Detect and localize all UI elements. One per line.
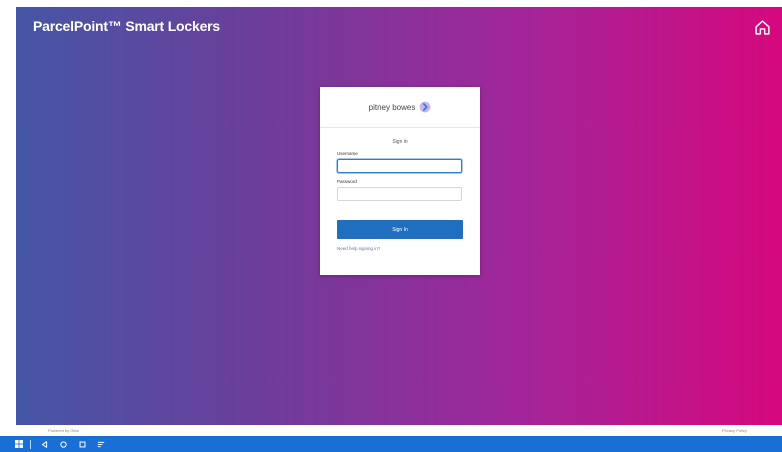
login-card: pitney bowes Sign in Username Password S… <box>320 87 480 275</box>
menu-icon[interactable] <box>96 439 106 449</box>
signin-heading: Sign in <box>392 139 408 145</box>
home-icon <box>754 19 770 35</box>
windows-icon[interactable] <box>14 439 24 449</box>
brand-logo-text: pitney bowes <box>368 102 416 112</box>
square-icon[interactable] <box>77 439 87 449</box>
home-button[interactable] <box>752 17 772 37</box>
password-label: Password <box>337 179 357 184</box>
card-header: pitney bowes <box>320 87 480 128</box>
app-screen: ParcelPoint™ Smart Lockers pitney bowes … <box>16 7 782 425</box>
brand-logo-icon <box>419 101 431 113</box>
home-circle-icon[interactable] <box>58 439 68 449</box>
taskbar-divider <box>30 439 31 449</box>
back-icon[interactable] <box>39 439 49 449</box>
powered-by-text: Powered by Okta <box>48 428 79 433</box>
app-title: ParcelPoint™ Smart Lockers <box>33 18 220 34</box>
username-label: Username <box>337 151 358 156</box>
help-signin-link[interactable]: Need help signing in? <box>337 246 480 251</box>
username-input[interactable] <box>337 159 462 173</box>
taskbar <box>0 436 782 452</box>
privacy-link[interactable]: Privacy Policy <box>722 428 747 433</box>
signin-button[interactable]: Sign In <box>337 220 463 239</box>
password-input[interactable] <box>337 187 462 201</box>
